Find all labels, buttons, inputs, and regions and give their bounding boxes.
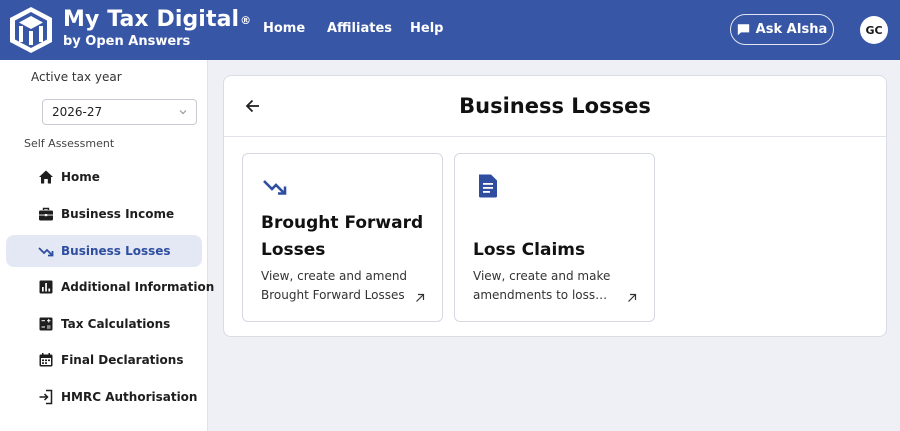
sidebar-item-label: Business Losses [61,244,171,258]
brought-forward-losses-card[interactable]: Brought Forward Losses View, create and … [242,153,443,322]
nav-affiliates-link[interactable]: Affiliates [327,20,392,38]
home-icon [39,170,53,184]
bar-chart-icon [39,280,53,294]
card-description: View, create and make amendments to loss… [473,269,611,302]
nav-help-link[interactable]: Help [410,20,443,38]
sidebar-item-label: Business Income [61,207,175,221]
page-title: Business Losses [459,94,651,118]
top-navbar: My Tax Digital® by Open Answers Home Aff… [0,0,900,60]
my-tax-digital-logo-icon[interactable] [7,5,55,55]
sidebar-item-hmrc-authorisation[interactable]: HMRC Authorisation [6,381,202,413]
active-tax-year-label: Active tax year [31,70,122,84]
arrow-up-right-icon [416,293,425,302]
sidebar-item-label: Final Declarations [61,353,184,367]
tax-year-select[interactable]: 2026-27 [42,99,197,125]
calculator-icon [39,317,53,331]
calendar-icon [39,353,53,367]
ask-aisha-button[interactable]: Ask AIsha [730,14,834,45]
sidebar-item-label: HMRC Authorisation [61,390,198,404]
loss-claims-card[interactable]: Loss Claims View, create and make amendm… [454,153,655,322]
arrow-up-right-icon [628,293,637,302]
sidebar-item-tax-calculations[interactable]: Tax Calculations [6,308,202,340]
sidebar-item-label: Tax Calculations [61,317,171,331]
nav-home-link[interactable]: Home [263,20,305,38]
sidebar-item-additional-information[interactable]: Additional Information [6,271,214,303]
document-icon [479,174,497,198]
login-icon [39,389,53,405]
business-losses-panel: Business Losses Brought Forward Losses V… [223,75,887,337]
trending-down-icon [38,247,54,257]
brand-subtitle: by Open Answers [63,34,191,49]
sidebar-item-business-income[interactable]: Business Income [6,198,202,230]
sidebar-item-label: Additional Information [61,280,215,294]
registered-mark: ® [240,14,252,27]
ask-aisha-label: Ask AIsha [755,22,828,37]
chat-icon [737,24,749,36]
card-title: Brought Forward Losses [261,213,424,260]
card-description: View, create and amend Brought Forward L… [261,269,408,302]
sidebar-item-final-declarations[interactable]: Final Declarations [6,344,202,376]
sidebar-item-label: Home [61,170,100,184]
sidebar-item-home[interactable]: Home [6,161,202,193]
user-avatar[interactable]: GC [860,16,888,44]
brand-title[interactable]: My Tax Digital® [63,7,251,33]
sidebar-item-business-losses[interactable]: Business Losses [6,235,202,267]
panel-header: Business Losses [224,76,886,137]
briefcase-icon [39,207,53,221]
chevron-down-icon [179,110,187,115]
self-assessment-section-label: Self Assessment [24,137,115,150]
sidebar: Active tax year 2026-27 Self Assessment … [0,60,214,431]
card-title: Loss Claims [473,240,586,260]
trending-down-icon [263,180,287,195]
tax-year-value: 2026-27 [52,105,103,119]
